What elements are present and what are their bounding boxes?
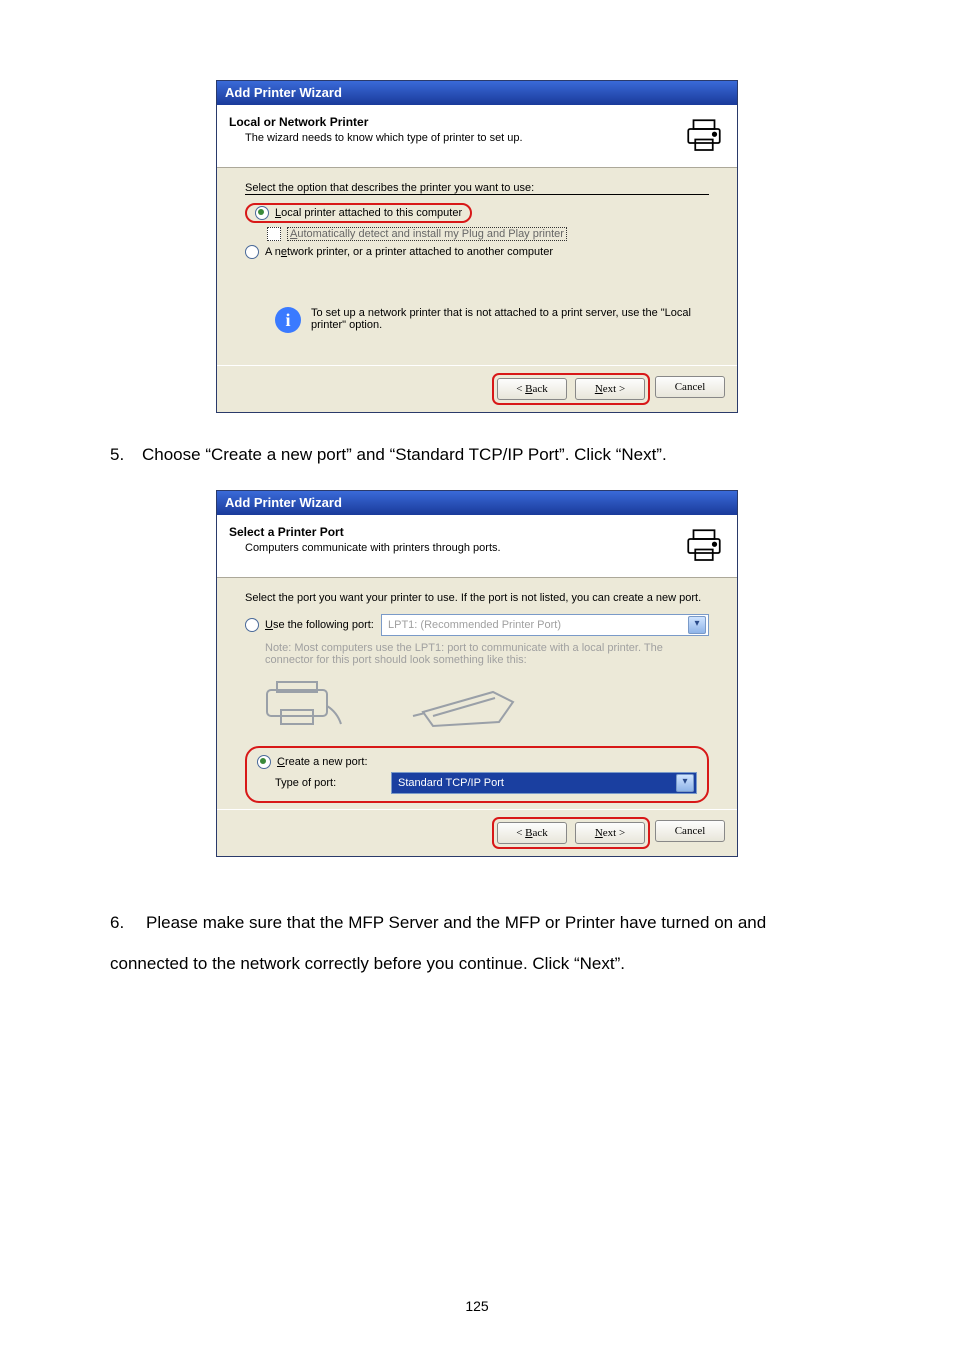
dialog2-select-line: Select the port you want your printer to… <box>245 592 709 604</box>
add-printer-wizard-dialog-2: Add Printer Wizard Select a Printer Port… <box>216 490 738 857</box>
radio-use-label: Use the following port: <box>265 619 381 631</box>
back-button[interactable]: < Back <box>497 378 567 400</box>
dialog1-header-title: Local or Network Printer <box>229 115 683 129</box>
step-5: 5.Choose “Create a new port” and “Standa… <box>110 435 844 476</box>
next-button[interactable]: Next > <box>575 378 645 400</box>
printer-icon <box>683 525 725 567</box>
step-5-text: Choose “Create a new port” and “Standard… <box>142 445 667 464</box>
type-of-port-label: Type of port: <box>275 777 391 789</box>
info-row: i To set up a network printer that is no… <box>275 307 709 333</box>
type-of-port-select[interactable]: Standard TCP/IP Port ▾ <box>391 772 697 794</box>
page-number: 125 <box>0 1298 954 1314</box>
dialog2-header-title: Select a Printer Port <box>229 525 683 539</box>
type-of-port-row: Type of port: Standard TCP/IP Port ▾ <box>257 772 697 794</box>
chevron-down-icon: ▾ <box>688 616 706 634</box>
dialog1-select-line: Select the option that describes the pri… <box>245 182 709 195</box>
next-button[interactable]: Next > <box>575 822 645 844</box>
dialog2-header: Select a Printer Port Computers communic… <box>217 515 737 578</box>
printer-icon <box>683 115 725 157</box>
dialog2-header-sub: Computers communicate with printers thro… <box>245 542 683 554</box>
add-printer-wizard-dialog-1: Add Printer Wizard Local or Network Prin… <box>216 80 738 413</box>
radio-icon <box>245 245 259 259</box>
radio-use-port[interactable]: Use the following port: Use the followin… <box>245 614 709 636</box>
radio-local-printer[interactable]: LLocal printer attached to this computer… <box>245 203 709 223</box>
use-port-select: LPT1: (Recommended Printer Port) ▾ <box>381 614 709 636</box>
dialog2-titlebar: Add Printer Wizard <box>217 491 737 515</box>
step-6-text: Please make sure that the MFP Server and… <box>110 913 766 973</box>
dialog2-button-bar: < Back Next > < BackNext > Cancel <box>217 809 737 856</box>
chevron-down-icon[interactable]: ▾ <box>676 774 694 792</box>
radio-icon <box>257 755 271 769</box>
port-note: Note: Most computers use the LPT1: port … <box>265 642 709 666</box>
radio-network-label: A network printer, or a printer attached… <box>265 246 553 258</box>
port-images <box>259 676 709 732</box>
info-text: To set up a network printer that is not … <box>311 307 709 331</box>
create-port-highlight: Create a new port: Create a new port: Ty… <box>245 746 709 803</box>
checkbox-auto-detect[interactable]: Automatically detect and install my Plug… <box>245 227 709 241</box>
step-6: 6.Please make sure that the MFP Server a… <box>110 903 844 985</box>
checkbox-auto-label: Automatically detect and install my Plug… <box>287 227 567 241</box>
info-icon: i <box>275 307 301 333</box>
radio-create-label: Create a new port: <box>277 756 368 768</box>
connector-graphic-icon <box>403 676 523 732</box>
dialog1-titlebar: Add Printer Wizard <box>217 81 737 105</box>
dialog1-button-bar: < Back Next > < BackNext > Cancel <box>217 365 737 412</box>
radio-icon <box>255 206 269 220</box>
dialog2-body: Select the port you want your printer to… <box>217 578 737 809</box>
use-port-value: LPT1: (Recommended Printer Port) <box>388 619 561 631</box>
checkbox-icon <box>267 227 281 241</box>
dialog1-header: Local or Network Printer The wizard need… <box>217 105 737 168</box>
radio-icon <box>245 618 259 632</box>
radio-create-port[interactable]: Create a new port: Create a new port: <box>257 755 697 769</box>
dialog1-body: Select the option that describes the pri… <box>217 168 737 365</box>
printer-graphic-icon <box>259 676 349 732</box>
cancel-button[interactable]: Cancel <box>655 820 725 842</box>
dialog1-header-sub: The wizard needs to know which type of p… <box>245 132 683 144</box>
radio-local-label: LLocal printer attached to this computer… <box>275 207 462 219</box>
step-6-number: 6. <box>110 903 142 944</box>
cancel-button[interactable]: Cancel <box>655 376 725 398</box>
back-button[interactable]: < Back <box>497 822 567 844</box>
type-of-port-value: Standard TCP/IP Port <box>398 777 504 789</box>
radio-network-printer[interactable]: A network printer, or a printer attached… <box>245 245 709 259</box>
step-5-number: 5. <box>110 435 142 476</box>
